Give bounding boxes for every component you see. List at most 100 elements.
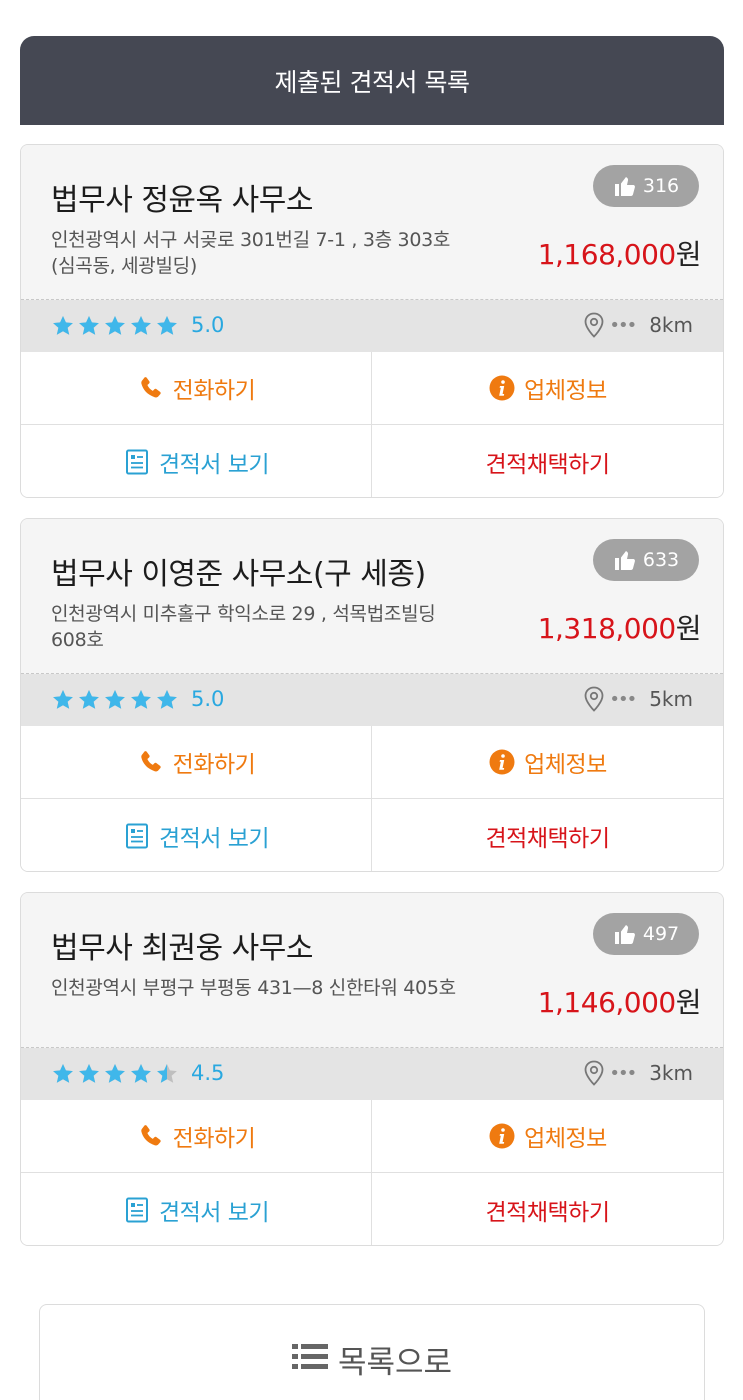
office-address: 인천광역시 서구 서곶로 301번길 7-1 , 3층 303호(심곡동, 세광… [51, 229, 451, 277]
thumbs-up-icon [614, 925, 635, 944]
quote-card: 법무사 이영준 사무소(구 세종) 633 인천광역시 미추홀구 학익소로 29… [20, 518, 724, 872]
quote-price: 1,146,000원 [537, 981, 702, 1021]
star-icon [105, 1064, 125, 1083]
select-quote-label: 견적채택하기 [485, 1199, 610, 1226]
distance-dots: ••• [609, 314, 637, 336]
call-button[interactable]: 전화하기 [21, 1100, 372, 1173]
distance-info: ••• 8km [583, 312, 693, 338]
document-icon [125, 449, 148, 474]
view-quote-button[interactable]: 견적서 보기 [21, 1173, 372, 1245]
rating-row: 5.0 ••• 8km [21, 300, 723, 352]
phone-icon [140, 377, 161, 398]
quote-price: 1,168,000원 [538, 233, 702, 273]
likes-count: 497 [642, 923, 680, 945]
office-name: 법무사 정윤옥 사무소 [51, 183, 313, 218]
company-info-button[interactable]: 업체정보 [372, 1100, 723, 1173]
action-buttons: 전화하기 업체정보 견적서 보기 견적채택하기 [21, 726, 723, 871]
call-label: 전화하기 [172, 378, 256, 404]
action-buttons: 전화하기 업체정보 견적서 보기 견적채택하기 [21, 352, 723, 497]
company-info-button[interactable]: 업체정보 [372, 352, 723, 425]
company-info-button[interactable]: 업체정보 [372, 726, 723, 799]
office-name: 법무사 이영준 사무소(구 세종) [51, 557, 426, 592]
select-quote-button[interactable]: 견적채택하기 [372, 799, 723, 871]
star-icon [79, 316, 99, 335]
star-icon [131, 690, 151, 709]
info-icon [489, 749, 515, 775]
office-address: 인천광역시 부평구 부평동 431—8 신한타워 405호 [51, 977, 456, 999]
view-quote-button[interactable]: 견적서 보기 [21, 425, 372, 497]
rating-row: 4.5 ••• 3km [21, 1048, 723, 1100]
office-name: 법무사 최권웅 사무소 [51, 931, 313, 966]
back-to-list-button[interactable]: 목록으로 [39, 1304, 705, 1400]
star-icon [79, 1064, 99, 1083]
likes-badge[interactable]: 497 [593, 913, 699, 955]
phone-icon [140, 1125, 161, 1146]
call-button[interactable]: 전화하기 [21, 726, 372, 799]
list-icon [291, 1344, 328, 1369]
card-summary: 법무사 정윤옥 사무소 316 인천광역시 서구 서곶로 301번길 7-1 ,… [21, 145, 723, 300]
view-quote-label: 견적서 보기 [158, 825, 270, 852]
likes-badge[interactable]: 633 [593, 539, 699, 581]
star-icon [105, 690, 125, 709]
info-icon [489, 375, 515, 401]
star-icon [105, 316, 125, 335]
company-info-label: 업체정보 [524, 1126, 607, 1152]
action-buttons: 전화하기 업체정보 견적서 보기 견적채택하기 [21, 1100, 723, 1245]
star-icon [53, 316, 73, 335]
price-unit: 원 [675, 986, 702, 1019]
quote-card: 법무사 최권웅 사무소 497 인천광역시 부평구 부평동 431—8 신한타워… [20, 892, 724, 1246]
call-label: 전화하기 [172, 752, 256, 778]
select-quote-label: 견적채택하기 [485, 451, 610, 478]
star-icon [131, 1064, 151, 1083]
call-button[interactable]: 전화하기 [21, 352, 372, 425]
info-icon [489, 1123, 515, 1149]
star-icon [79, 690, 99, 709]
price-amount: 1,318,000 [537, 612, 677, 645]
distance-value: 8km [649, 313, 693, 337]
quote-price: 1,318,000원 [537, 607, 702, 647]
view-quote-label: 견적서 보기 [158, 451, 270, 478]
price-unit: 원 [675, 238, 702, 271]
document-icon [125, 823, 148, 848]
card-summary: 법무사 최권웅 사무소 497 인천광역시 부평구 부평동 431—8 신한타워… [21, 893, 723, 1048]
document-icon [125, 1197, 148, 1222]
phone-icon [140, 751, 161, 772]
distance-dots: ••• [609, 688, 637, 710]
star-icon [131, 316, 151, 335]
map-pin-icon [584, 312, 604, 338]
page-title: 제출된 견적서 목록 [274, 67, 470, 97]
star-icon [157, 316, 177, 335]
view-quote-button[interactable]: 견적서 보기 [21, 799, 372, 871]
quote-card: 법무사 정윤옥 사무소 316 인천광역시 서구 서곶로 301번길 7-1 ,… [20, 144, 724, 498]
likes-count: 316 [642, 175, 680, 197]
map-pin-icon [584, 686, 604, 712]
star-icon [53, 690, 73, 709]
distance-dots: ••• [609, 1062, 637, 1084]
likes-badge[interactable]: 316 [593, 165, 699, 207]
select-quote-label: 견적채택하기 [485, 825, 610, 852]
star-icon [53, 1064, 73, 1083]
likes-count: 633 [642, 549, 680, 571]
star-rating [51, 688, 179, 712]
map-pin-icon [584, 1060, 604, 1086]
call-label: 전화하기 [172, 1126, 256, 1152]
rating-row: 5.0 ••• 5km [21, 674, 723, 726]
price-amount: 1,146,000 [537, 986, 677, 1019]
rating-score: 5.0 [191, 313, 225, 337]
company-info-label: 업체정보 [524, 752, 607, 778]
star-rating [51, 1062, 179, 1086]
select-quote-button[interactable]: 견적채택하기 [372, 425, 723, 497]
star-icon [157, 1064, 177, 1083]
star-rating [51, 314, 179, 338]
page-header: 제출된 견적서 목록 [20, 36, 724, 125]
office-address: 인천광역시 미추홀구 학익소로 29 , 석목법조빌딩 608호 [51, 603, 436, 651]
select-quote-button[interactable]: 견적채택하기 [372, 1173, 723, 1245]
thumbs-up-icon [614, 177, 635, 196]
rating-score: 4.5 [191, 1061, 225, 1085]
view-quote-label: 견적서 보기 [158, 1199, 270, 1226]
rating-score: 5.0 [191, 687, 225, 711]
card-summary: 법무사 이영준 사무소(구 세종) 633 인천광역시 미추홀구 학익소로 29… [21, 519, 723, 674]
distance-value: 3km [649, 1061, 693, 1085]
star-icon [157, 690, 177, 709]
company-info-label: 업체정보 [524, 378, 607, 404]
